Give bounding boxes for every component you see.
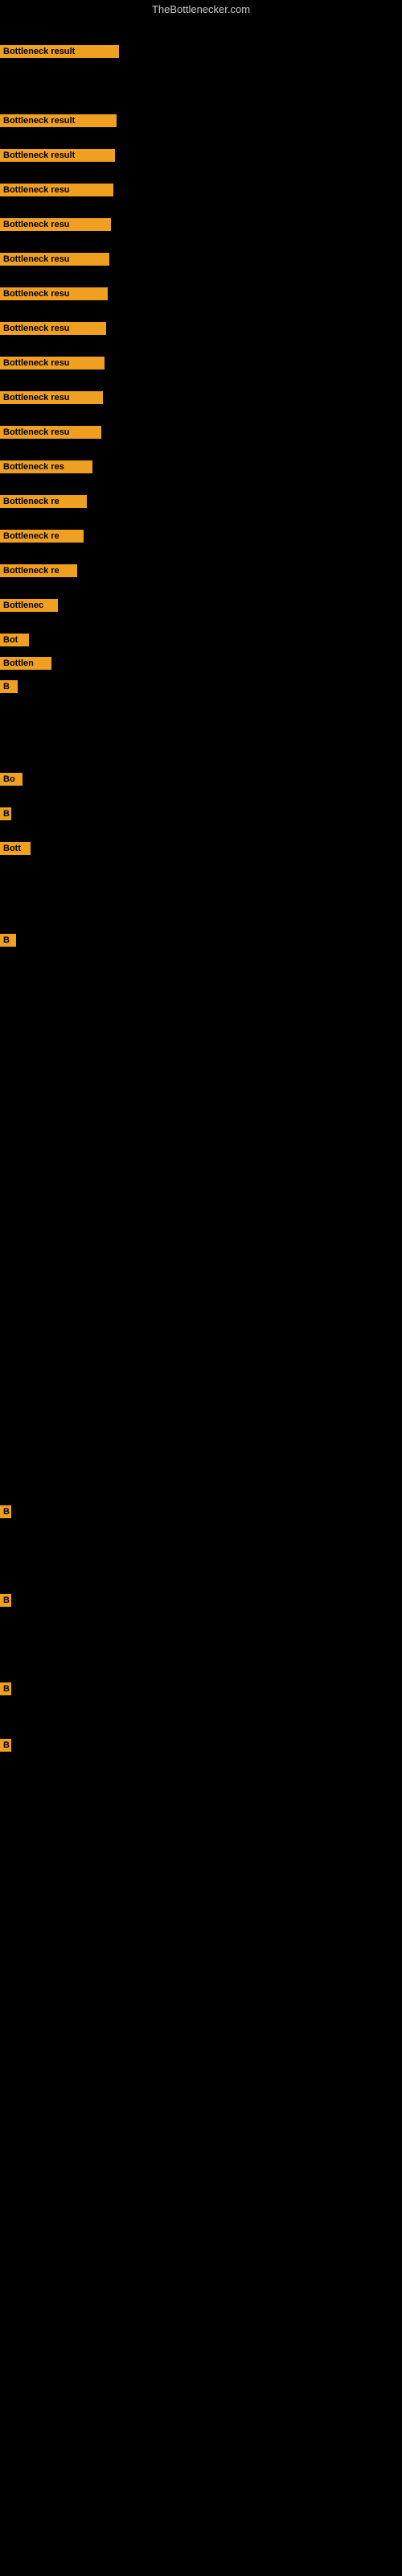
bottleneck-item: Bottleneck resu	[0, 357, 105, 369]
bottleneck-item: Bottleneck resu	[0, 184, 113, 196]
bottleneck-item: Bottleneck resu	[0, 322, 106, 335]
bottleneck-item: Bottleneck result	[0, 149, 115, 162]
bottleneck-item: B	[0, 680, 18, 693]
bottleneck-item: Bottleneck resu	[0, 253, 109, 266]
bottleneck-item: Bottlen	[0, 657, 51, 670]
bottleneck-item: B	[0, 807, 11, 820]
bottleneck-item: Bottleneck result	[0, 114, 117, 127]
bottleneck-item: Bottleneck re	[0, 495, 87, 508]
bottleneck-item: Bottleneck re	[0, 564, 77, 577]
bottleneck-item: B	[0, 934, 16, 947]
bottleneck-item: Bottleneck result	[0, 45, 119, 58]
bottleneck-item: Bott	[0, 842, 31, 855]
bottleneck-item: Bot	[0, 634, 29, 646]
bottleneck-item: B	[0, 1505, 11, 1518]
bottleneck-item: Bottleneck resu	[0, 426, 101, 439]
bottleneck-item: Bottleneck resu	[0, 391, 103, 404]
bottleneck-item: Bottleneck res	[0, 460, 92, 473]
bottleneck-item: Bottleneck re	[0, 530, 84, 543]
bottleneck-item: Bottlenec	[0, 599, 58, 612]
bottleneck-item: Bottleneck resu	[0, 218, 111, 231]
site-title: TheBottlenecker.com	[0, 0, 402, 19]
bottleneck-item: Bo	[0, 773, 23, 786]
bottleneck-item: B	[0, 1739, 11, 1752]
bottleneck-item: B	[0, 1594, 11, 1607]
bottleneck-item: B	[0, 1682, 11, 1695]
bottleneck-item: Bottleneck resu	[0, 287, 108, 300]
